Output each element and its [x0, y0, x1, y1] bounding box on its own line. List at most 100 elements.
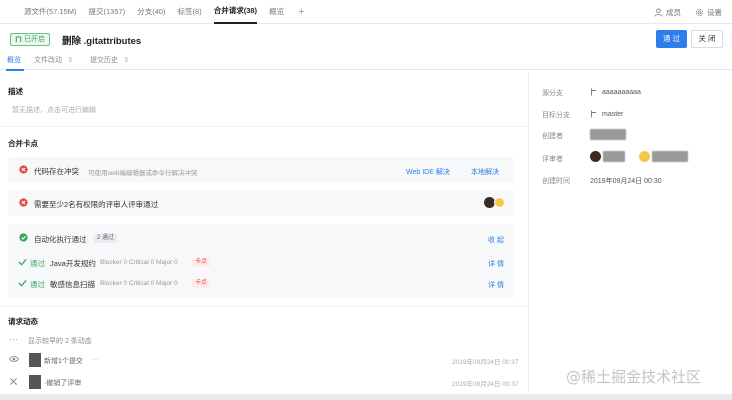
ci-pass-count: 2 通过 [94, 234, 118, 243]
details-link[interactable]: 详 情 [488, 280, 504, 290]
review-label: 需要至少2名有权限的评审人评审通过 [34, 200, 159, 209]
merge-request-icon [15, 36, 22, 43]
review-row: 需要至少2名有权限的评审人评审通过 [8, 191, 514, 215]
mr-subtabs: 概览 文件改动 3 提交历史 3 [0, 52, 732, 70]
section-divider [0, 126, 528, 127]
repo-tabbar: 源文件(57.15M) 提交(1357) 分支(40) 标签(8) 合并请求(3… [0, 0, 732, 24]
reviewer-name [652, 151, 688, 162]
error-icon [19, 198, 28, 207]
ci-item-stats: Blocker 0 Critical 0 Major 0 [100, 259, 178, 266]
avatar[interactable] [590, 151, 601, 162]
branch-icon [591, 110, 596, 118]
avatar[interactable] [639, 151, 650, 162]
avatar[interactable] [494, 197, 505, 208]
list-item: ·撤销了评审 2019年09月24日 00:37 [0, 372, 528, 392]
ci-item-status: 通过 [30, 280, 45, 289]
settings-button[interactable]: 设置 [695, 7, 722, 18]
collapse-link[interactable]: 收 起 [488, 235, 504, 245]
reviewers-label: 评审者 [542, 156, 563, 163]
description-placeholder[interactable]: 暂无描述，点击可进行编辑 [12, 105, 96, 115]
tab-merge-requests[interactable]: 合并请求(38) [213, 0, 258, 24]
tab-commits[interactable]: 提交(1357) [89, 0, 126, 24]
ci-item-row: 通过 敏感信息扫描 Blocker 0 Critical 0 Major 0 卡… [8, 271, 514, 295]
settings-label: 设置 [707, 7, 722, 17]
members-label: 成员 [666, 7, 681, 17]
mr-header: 已开启 删除 .gitattributes [0, 28, 732, 52]
local-resolve-link[interactable]: 本地解决 [471, 167, 499, 177]
conflict-row: 代码存在冲突 可使用web端编辑器或命令行解决冲突 Web IDE 解决 本地解… [8, 158, 514, 182]
user-icon [654, 8, 663, 17]
reviewers-value [590, 151, 688, 162]
commit-history-count: 3 [124, 57, 128, 64]
active-subtab-indicator [6, 69, 24, 71]
check-icon [18, 258, 27, 266]
target-branch-name: master [602, 110, 624, 118]
reviewer-name [603, 151, 625, 162]
creator-value[interactable] [590, 129, 626, 140]
conflict-label: 代码存在冲突 [34, 167, 79, 176]
section-divider [0, 306, 528, 307]
status-badge: 已开启 [10, 33, 50, 46]
show-earlier-row[interactable]: ··· 显示较早的 2 条动态 [0, 330, 528, 350]
eye-icon [9, 356, 19, 362]
members-button[interactable]: 成员 [654, 7, 681, 18]
ci-label: 自动化执行通过 [34, 235, 87, 244]
add-tab-icon[interactable]: + [298, 6, 304, 18]
subtab-file-changes[interactable]: 文件改动 3 [34, 55, 72, 65]
tab-branches[interactable]: 分支(40) [137, 0, 165, 24]
tab-source-files[interactable]: 源文件(57.15M) [24, 0, 77, 24]
page-title: 删除 .gitattributes [62, 36, 142, 47]
more-button[interactable]: ··· [92, 356, 99, 363]
created-at-label: 创建时间 [542, 178, 570, 185]
show-earlier-link[interactable]: 显示较早的 2 条动态 [28, 336, 92, 346]
activity-text: ·撤销了评审 [44, 380, 82, 387]
top-actions: 成员 设置 [640, 0, 722, 24]
ci-item-name: 敏感信息扫描 [50, 280, 95, 289]
subtab-commit-history-label: 提交历史 [90, 57, 118, 64]
watermark: @稀土掘金技术社区 [566, 368, 702, 386]
success-icon [19, 233, 28, 242]
source-branch-name: aaaaaaaaaa [602, 88, 641, 96]
details-link[interactable]: 详 情 [488, 259, 504, 269]
file-changes-count: 3 [68, 57, 72, 64]
target-branch-label: 目标分支 [542, 112, 570, 119]
created-at-value: 2019年09月24日 00:30 [590, 178, 662, 185]
gate-tag: 卡点 [192, 258, 211, 267]
tab-tags[interactable]: 标签(8) [178, 0, 202, 24]
creator-avatar [590, 129, 626, 140]
repo-tabs: 源文件(57.15M) 提交(1357) 分支(40) 标签(8) 合并请求(3… [24, 0, 305, 24]
bottom-bar [0, 394, 732, 400]
more-dots-icon: ··· [9, 334, 18, 344]
subtab-commit-history[interactable]: 提交历史 3 [90, 55, 128, 65]
source-branch-label: 源分支 [542, 90, 563, 97]
close-button[interactable]: 关 闭 [691, 30, 723, 48]
subtab-file-changes-label: 文件改动 [34, 57, 62, 64]
source-branch-value[interactable]: aaaaaaaaaa [590, 88, 641, 96]
gear-icon [695, 8, 704, 16]
error-icon [19, 165, 28, 174]
web-ide-resolve-link[interactable]: Web IDE 解决 [406, 167, 450, 177]
target-branch-value[interactable]: master [590, 110, 623, 118]
list-item: 新增1个提交 ··· 2019年09月24日 00:37 [0, 350, 528, 370]
subtab-overview[interactable]: 概览 [7, 55, 21, 65]
sidebar-divider [528, 72, 529, 392]
branch-icon [591, 88, 596, 96]
creator-label: 创建者 [542, 133, 563, 140]
status-badge-label: 已开启 [24, 36, 45, 43]
gate-tag: 卡点 [192, 279, 211, 288]
ci-item-stats: Blocker 0 Critical 0 Major 0 [100, 280, 178, 287]
activity-text: 新增1个提交 [44, 358, 83, 365]
ci-item-status: 通过 [30, 259, 45, 268]
subtab-overview-label: 概览 [7, 57, 21, 64]
ci-item-name: Java开发规约 [50, 259, 96, 268]
activity-title: 请求动态 [8, 317, 38, 326]
tab-overview[interactable]: 概览 [269, 0, 284, 24]
description-title: 描述 [8, 87, 23, 96]
ci-row: 自动化执行通过 2 通过 收 起 [8, 226, 514, 250]
check-icon [18, 279, 27, 287]
approve-button[interactable]: 通 过 [656, 30, 687, 48]
activity-time: 2019年09月24日 00:37 [452, 381, 519, 388]
merge-checks-title: 合并卡点 [8, 139, 38, 148]
avatar[interactable] [29, 353, 41, 367]
avatar[interactable] [29, 375, 41, 389]
